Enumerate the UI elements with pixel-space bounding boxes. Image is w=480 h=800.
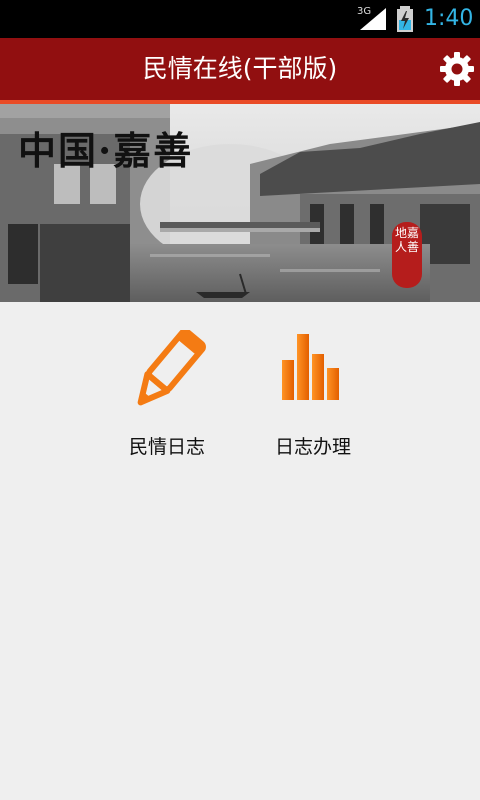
page-title: 民情在线(干部版) <box>142 54 338 83</box>
seal-text: 地嘉人善 <box>394 226 419 254</box>
settings-button[interactable] <box>438 50 476 88</box>
status-bar: 3G 1:40 <box>0 0 480 38</box>
gear-icon <box>440 52 474 86</box>
banner-headline: 中国·嘉善 <box>18 128 194 173</box>
pencil-icon <box>137 330 206 406</box>
menu-item-label: 日志办理 <box>274 436 351 458</box>
signal-icon <box>360 8 386 30</box>
clock: 1:40 <box>424 6 474 31</box>
menu-item-label: 民情日志 <box>128 436 205 458</box>
banner-seal-stamp: 地嘉人善 <box>392 222 422 288</box>
battery-icon <box>397 6 413 32</box>
menu-item-people-log[interactable]: 民情日志 <box>102 330 222 462</box>
bar-chart-icon <box>282 334 339 400</box>
menu-item-log-processing[interactable]: 日志办理 <box>248 330 368 462</box>
